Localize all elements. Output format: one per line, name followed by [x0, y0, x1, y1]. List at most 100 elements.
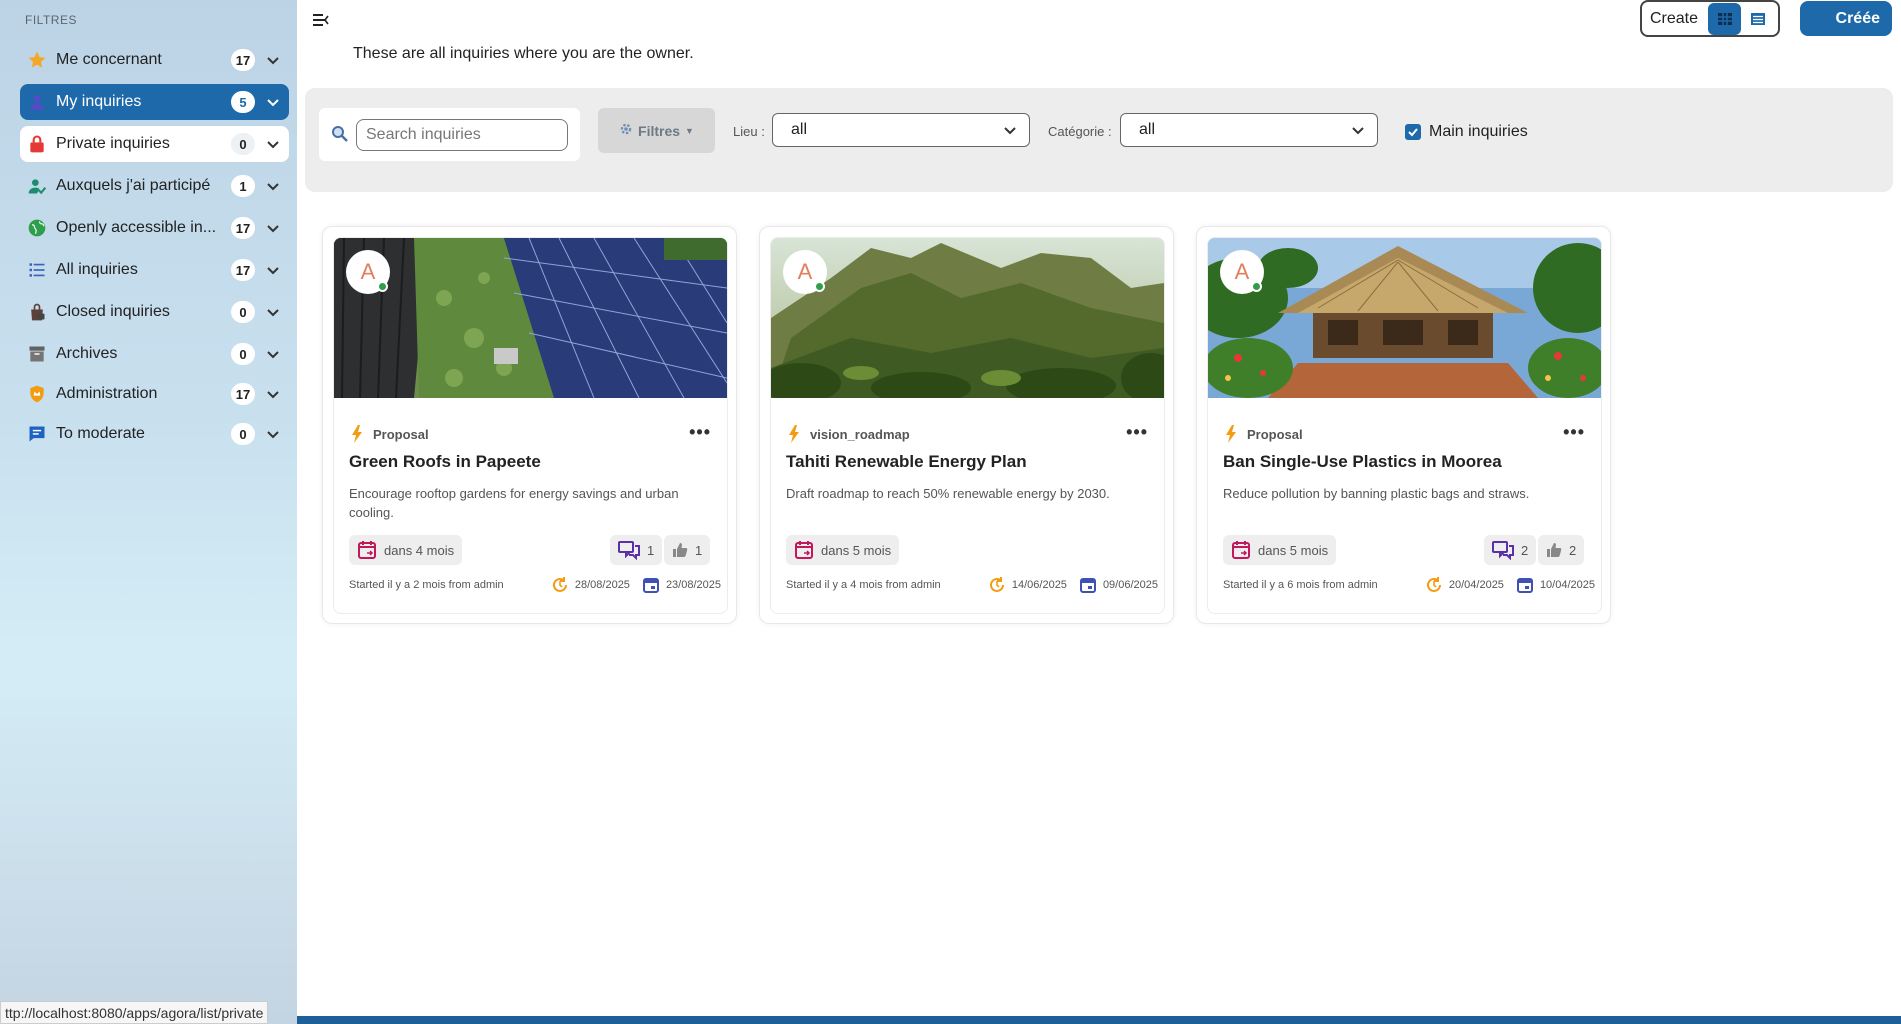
created-date: 23/08/2025	[642, 576, 721, 594]
count-badge: 0	[231, 343, 255, 365]
list-view-button[interactable]	[1741, 3, 1774, 35]
create-button-label: Créée	[1835, 9, 1880, 27]
search-box	[319, 108, 580, 161]
sidebar-item-my-inquiries[interactable]: My inquiries 5	[20, 84, 289, 120]
sidebar-item-private-inquiries[interactable]: Private inquiries 0	[20, 126, 289, 162]
lieu-label: Lieu :	[733, 124, 765, 139]
created-date-text: 23/08/2025	[665, 579, 721, 591]
gear-icon	[619, 122, 633, 139]
chevron-down-icon[interactable]	[265, 136, 281, 152]
lightning-icon	[1226, 425, 1236, 443]
sidebar-item-openly-accessible[interactable]: Openly accessible in... 17	[20, 210, 289, 246]
main-inquiries-checkbox[interactable]: Main inquiries	[1405, 123, 1528, 141]
card-image-green-roof: A	[334, 238, 727, 398]
started-text: Started il y a 4 mois from admin	[786, 579, 941, 591]
more-options-icon[interactable]: •••	[1126, 422, 1148, 443]
sidebar-item-archives[interactable]: Archives 0	[20, 336, 289, 372]
card-body: A vision_roadmap ••• Tahiti Renewable En…	[770, 237, 1165, 614]
sidebar-item-label: To moderate	[56, 425, 145, 442]
created-date-text: 09/06/2025	[1102, 579, 1158, 591]
comments-chip[interactable]: 2	[1484, 535, 1537, 565]
status-bar-url: ttp://localhost:8080/apps/agora/list/pri…	[0, 1001, 269, 1024]
deadline-text: dans 4 mois	[384, 542, 455, 558]
card-type: Proposal	[351, 425, 429, 443]
chevron-down-icon[interactable]	[265, 94, 281, 110]
more-options-icon[interactable]: •••	[689, 422, 711, 443]
card-title[interactable]: Tahiti Renewable Energy Plan	[786, 452, 1027, 472]
categorie-select[interactable]: all	[1120, 113, 1378, 147]
card-image-mountain: A	[771, 238, 1164, 398]
updated-date-text: 20/04/2025	[1448, 579, 1504, 591]
chevron-down-icon[interactable]	[265, 386, 281, 402]
avatar[interactable]: A	[346, 250, 390, 294]
deadline-chip: dans 5 mois	[1223, 535, 1337, 565]
lightning-icon	[789, 425, 799, 443]
sidebar-item-label: Administration	[56, 385, 158, 402]
inquiry-card[interactable]: A vision_roadmap ••• Tahiti Renewable En…	[759, 226, 1174, 624]
card-body: A Proposal ••• Green Roofs in Papeete En…	[333, 237, 728, 614]
likes-chip[interactable]: 1	[664, 535, 711, 565]
categorie-label: Catégorie :	[1048, 124, 1112, 139]
card-meta: Started il y a 2 mois from admin 28/08/2…	[349, 575, 721, 595]
chevron-down-icon[interactable]	[265, 220, 281, 236]
started-text: Started il y a 2 mois from admin	[349, 579, 504, 591]
card-title[interactable]: Green Roofs in Papeete	[349, 452, 541, 472]
created-date: 09/06/2025	[1079, 576, 1158, 594]
inquiry-card[interactable]: A Proposal ••• Green Roofs in Papeete En…	[322, 226, 737, 624]
card-meta: Started il y a 6 mois from admin 20/04/2…	[1223, 575, 1595, 595]
chevron-down-icon[interactable]	[265, 262, 281, 278]
calendar-icon	[1079, 578, 1096, 593]
sidebar-item-label: Me concernant	[56, 51, 162, 68]
chevron-down-icon	[1352, 127, 1364, 135]
avatar[interactable]: A	[1220, 250, 1264, 294]
create-button[interactable]: Créée	[1800, 1, 1892, 36]
count-badge: 0	[231, 423, 255, 445]
avatar-initial: A	[797, 259, 813, 284]
chevron-down-icon	[1004, 127, 1016, 135]
comments-chip[interactable]: 1	[610, 535, 663, 565]
card-type-label: vision_roadmap	[810, 426, 910, 442]
deadline-chip: dans 5 mois	[786, 535, 900, 565]
count-badge: 17	[231, 383, 255, 405]
chevron-down-icon[interactable]	[265, 304, 281, 320]
card-body: A Proposal ••• Ban Single-Use Plastics i…	[1207, 237, 1602, 614]
inquiry-card[interactable]: A Proposal ••• Ban Single-Use Plastics i…	[1196, 226, 1611, 624]
more-options-icon[interactable]: •••	[1563, 422, 1585, 443]
checkbox-checked-icon[interactable]	[1405, 124, 1421, 140]
sidebar-item-administration[interactable]: Administration 17	[20, 376, 289, 412]
likes-count: 2	[1569, 542, 1577, 558]
sidebar-item-all-inquiries[interactable]: All inquiries 17	[20, 252, 289, 288]
calendar-icon	[642, 578, 659, 593]
list-view-icon	[1750, 12, 1765, 25]
avatar[interactable]: A	[783, 250, 827, 294]
chevron-down-icon[interactable]	[265, 52, 281, 68]
chevron-down-icon[interactable]	[265, 426, 281, 442]
lock-icon	[26, 133, 48, 155]
search-icon	[331, 125, 349, 143]
filter-panel: Filtres ▼ Lieu : all Catégorie : all Mai…	[305, 88, 1893, 192]
online-status-dot	[814, 281, 825, 292]
updated-date-text: 14/06/2025	[1011, 579, 1067, 591]
online-status-dot	[1251, 281, 1262, 292]
view-switch: Create	[1640, 0, 1780, 37]
caret-down-icon: ▼	[685, 125, 694, 136]
comments-count: 2	[1521, 542, 1529, 558]
sidebar-item-to-moderate[interactable]: To moderate 0	[20, 416, 289, 452]
chevron-down-icon[interactable]	[265, 178, 281, 194]
star-icon	[26, 49, 48, 71]
list-icon	[26, 259, 48, 281]
calendar-deadline-icon	[358, 541, 376, 559]
sidebar-item-me-concernant[interactable]: Me concernant 17	[20, 42, 289, 78]
main-inquiries-label: Main inquiries	[1429, 123, 1528, 140]
calendar-deadline-icon	[1232, 541, 1250, 559]
chevron-down-icon[interactable]	[265, 346, 281, 362]
lieu-select[interactable]: all	[772, 113, 1030, 147]
filters-button[interactable]: Filtres ▼	[598, 108, 715, 153]
search-input[interactable]	[356, 119, 568, 151]
likes-chip[interactable]: 2	[1538, 535, 1585, 565]
sidebar-item-closed-inquiries[interactable]: Closed inquiries 0	[20, 294, 289, 330]
sidebar-item-participated[interactable]: Auxquels j'ai participé 1	[20, 168, 289, 204]
grid-view-button[interactable]	[1708, 2, 1742, 35]
card-title[interactable]: Ban Single-Use Plastics in Moorea	[1223, 452, 1502, 472]
menu-toggle-icon[interactable]	[311, 10, 331, 30]
